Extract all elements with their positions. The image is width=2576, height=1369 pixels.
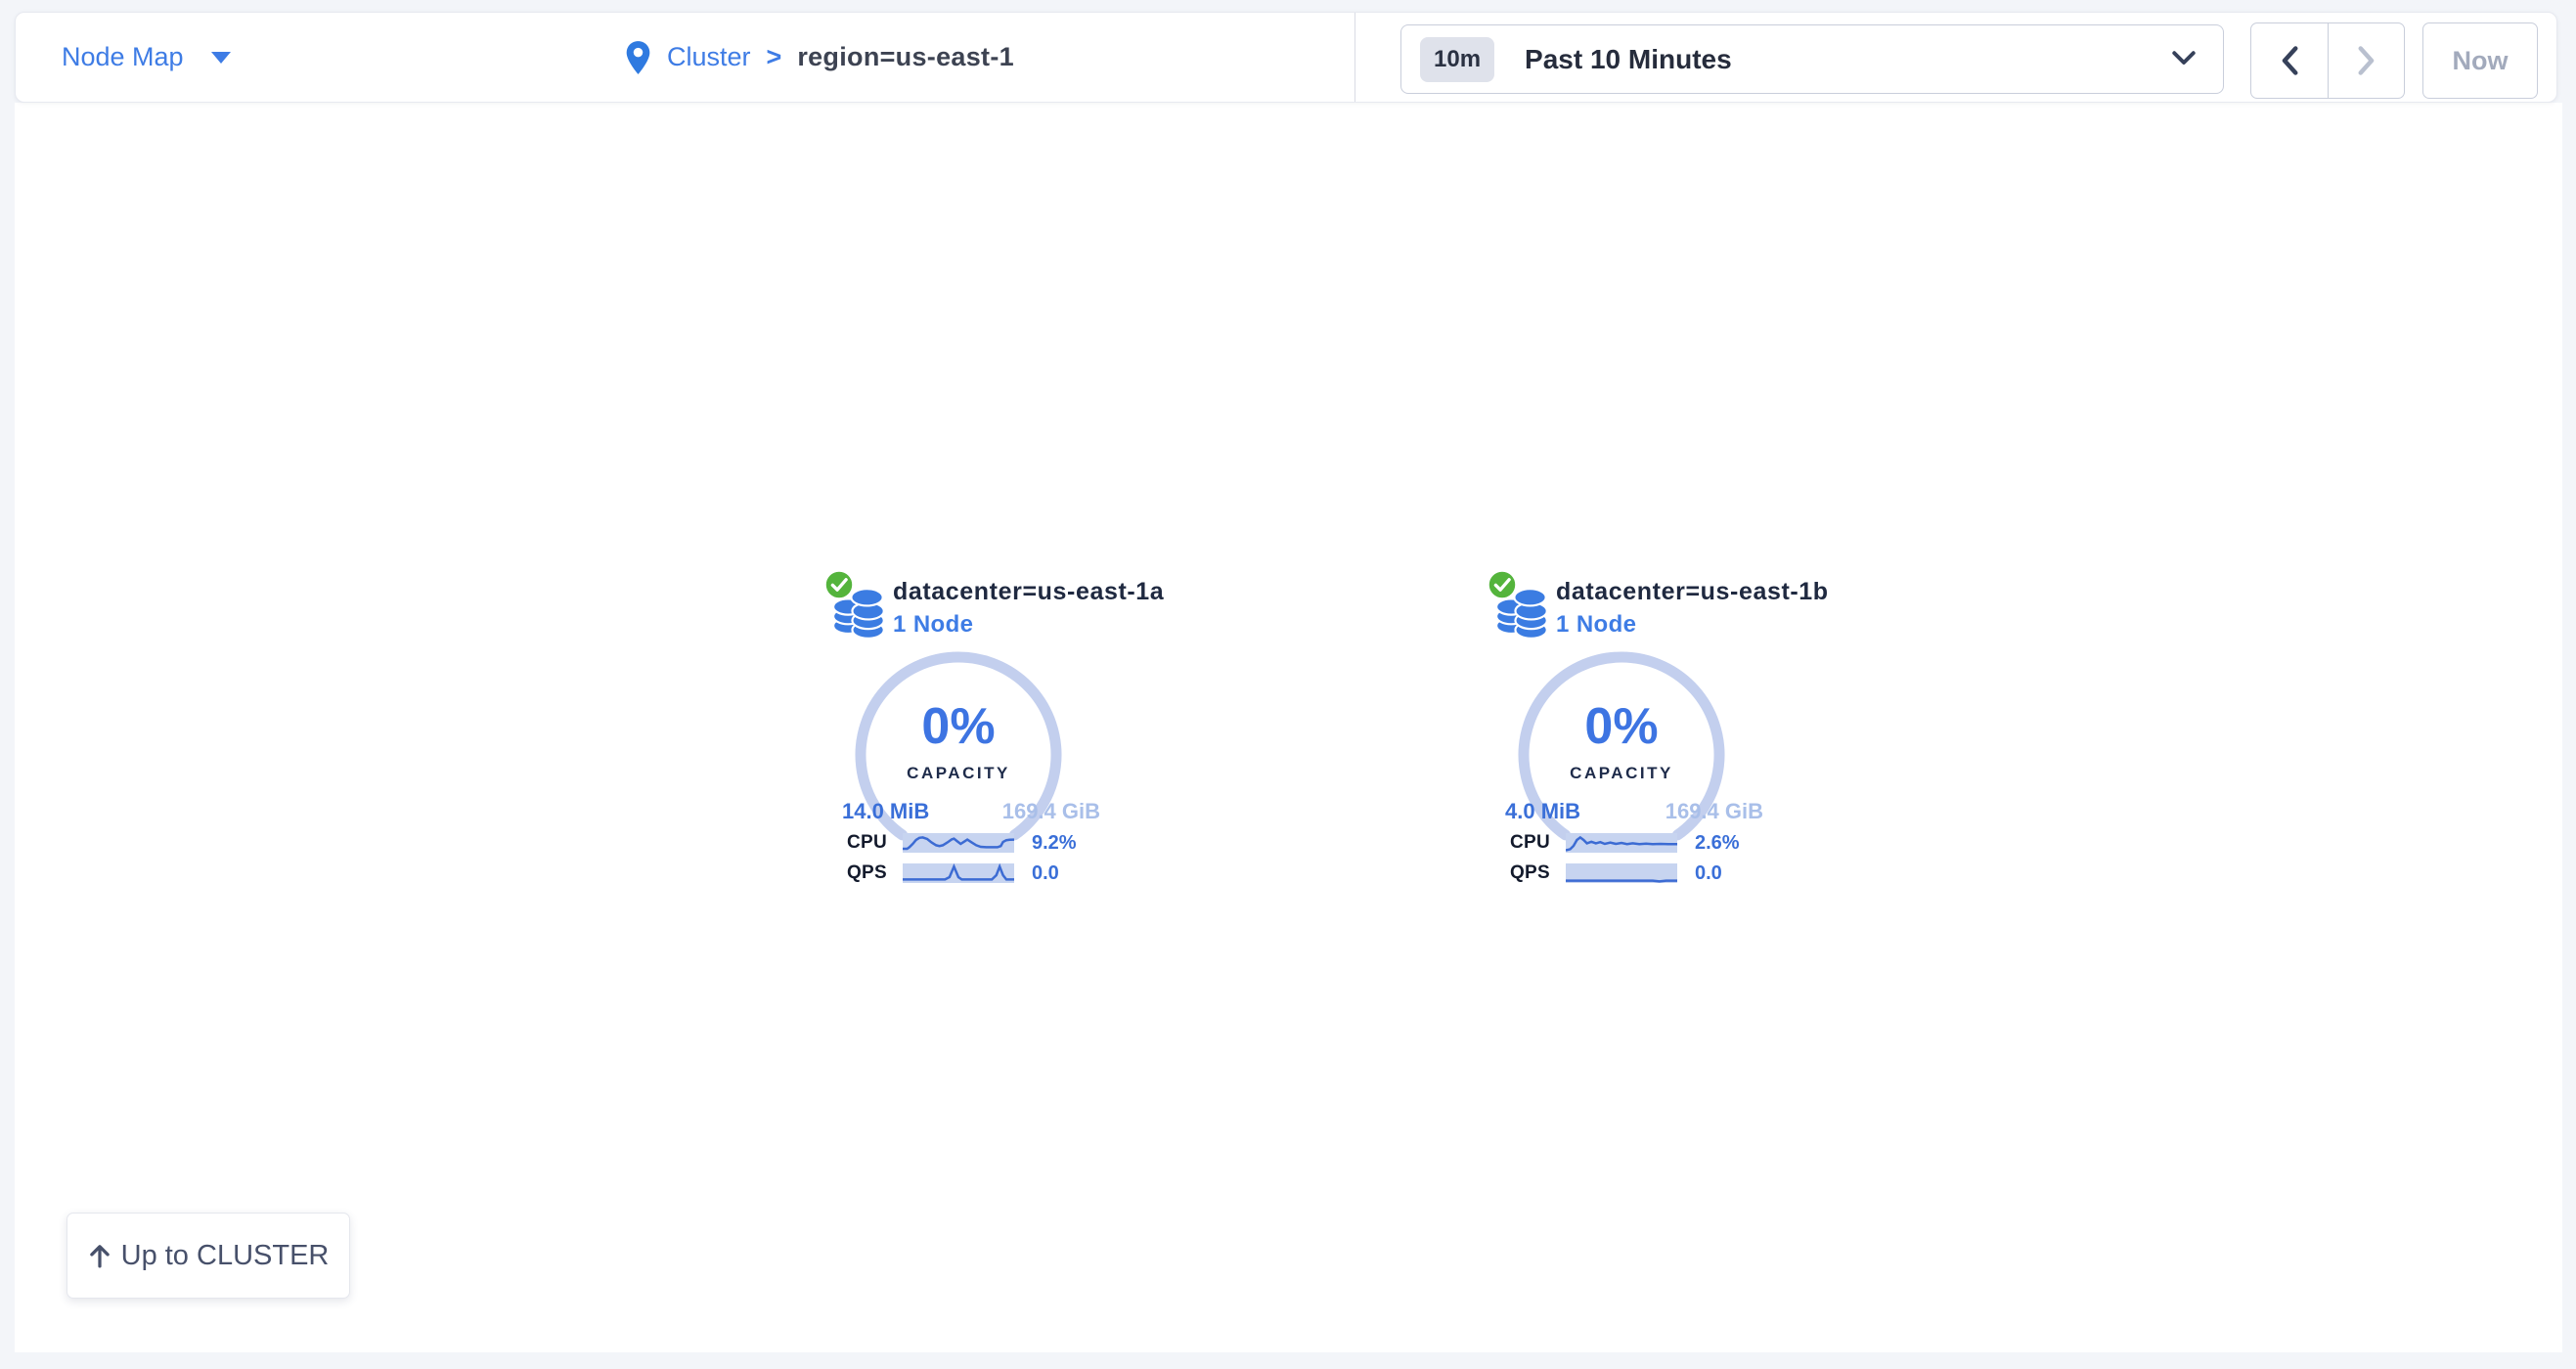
capacity-used: 14.0 MiB [842,799,929,824]
datacenter-node-us-east-1a[interactable]: datacenter=us-east-1a 1 Node 0% CAPACITY… [826,572,1100,895]
cpu-label: CPU [1489,832,1550,854]
node-count: 1 Node [1556,611,1636,639]
cpu-value: 2.6% [1695,832,1740,854]
node-map-page: datacenter=us-east-1a 1 Node 0% CAPACITY… [0,0,2576,1369]
qps-sparkline [1566,863,1677,883]
map-canvas [15,103,2562,1352]
qps-value: 0.0 [1695,862,1722,884]
location-pin-icon [625,40,651,75]
cpu-row: CPU 9.2% [826,832,1100,854]
qps-label: QPS [826,862,887,884]
qps-row: QPS 0.0 [1489,862,1763,884]
qps-value: 0.0 [1032,862,1059,884]
capacity-percent: 0% [826,697,1090,756]
capacity-caption: CAPACITY [826,764,1090,783]
breadcrumb: Cluster > region=us-east-1 [625,13,1014,102]
time-nav-group [2250,22,2405,99]
capacity-total: 169.4 GiB [1002,799,1100,824]
now-button-label: Now [2453,46,2509,76]
capacity-total: 169.4 GiB [1666,799,1763,824]
capacity-percent: 0% [1489,697,1754,756]
header-bar: Node Map Cluster > region=us-east-1 10m … [15,12,2557,103]
up-to-cluster-button[interactable]: Up to CLUSTER [67,1213,350,1299]
qps-row: QPS 0.0 [826,862,1100,884]
qps-label: QPS [1489,862,1550,884]
caret-down-icon [211,52,231,64]
breadcrumb-separator: > [767,42,782,72]
chevron-right-icon [2358,46,2376,75]
time-forward-button[interactable] [2328,23,2404,98]
view-selector-dropdown[interactable]: Node Map [62,13,231,102]
breadcrumb-cluster-link[interactable]: Cluster [667,42,751,72]
chevron-down-icon [2172,51,2196,70]
time-back-button[interactable] [2251,23,2328,98]
node-title: datacenter=us-east-1a [893,578,1164,606]
breadcrumb-current: region=us-east-1 [797,42,1014,72]
node-title: datacenter=us-east-1b [1556,578,1829,606]
time-window-dropdown[interactable]: 10m Past 10 Minutes [1400,24,2224,94]
capacity-caption: CAPACITY [1489,764,1754,783]
up-to-cluster-label: Up to CLUSTER [121,1240,330,1272]
node-count: 1 Node [893,611,973,639]
cpu-value: 9.2% [1032,832,1077,854]
arrow-up-icon [88,1243,111,1268]
cpu-row: CPU 2.6% [1489,832,1763,854]
datacenter-node-us-east-1b[interactable]: datacenter=us-east-1b 1 Node 0% CAPACITY… [1489,572,1763,895]
cpu-sparkline [903,833,1014,853]
cpu-label: CPU [826,832,887,854]
qps-sparkline [903,863,1014,883]
time-window-label: Past 10 Minutes [1525,44,1732,75]
time-window-badge: 10m [1420,37,1494,82]
cpu-sparkline [1566,833,1677,853]
capacity-used: 4.0 MiB [1505,799,1580,824]
view-selector-label: Node Map [62,42,184,72]
chevron-left-icon [2281,46,2298,75]
now-button[interactable]: Now [2422,22,2538,99]
healthy-check-icon [822,568,856,601]
healthy-check-icon [1486,568,1519,601]
